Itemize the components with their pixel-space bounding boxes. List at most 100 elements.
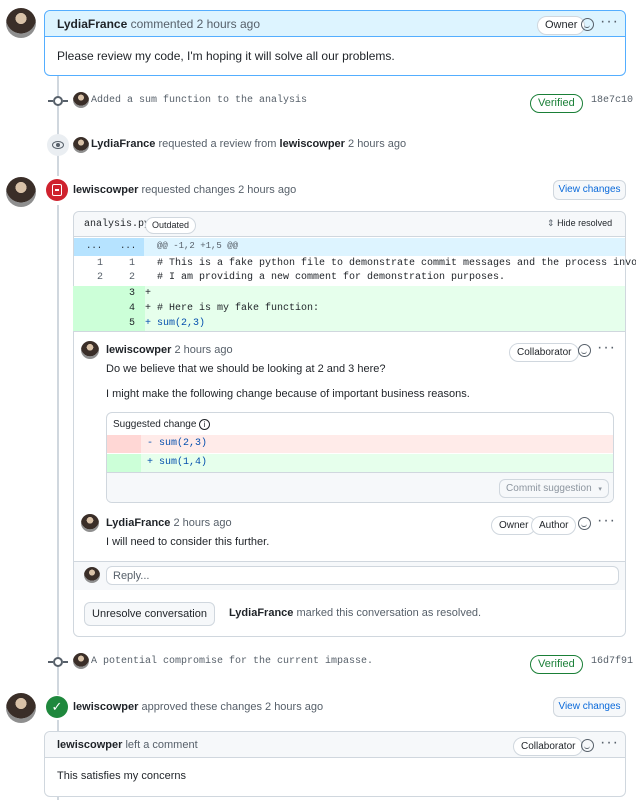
avatar[interactable] bbox=[81, 514, 99, 532]
commit-message[interactable]: Added a sum function to the analysis bbox=[91, 95, 307, 106]
emoji-reaction-icon[interactable] bbox=[581, 739, 594, 752]
commit-sha[interactable]: 18e7c10 bbox=[591, 95, 633, 106]
emoji-reaction-icon[interactable] bbox=[578, 517, 591, 530]
info-icon[interactable]: i bbox=[199, 419, 211, 430]
diff-line: 1 1 # This is a fake python file to demo… bbox=[73, 257, 636, 271]
hunk-left[interactable]: ... bbox=[86, 241, 102, 251]
suggestion-add-code: + sum(1,4) bbox=[147, 457, 208, 468]
hunk-header: ... ... @@ -1,2 +1,5 @@ bbox=[74, 238, 625, 256]
more-options-icon[interactable]: ··· bbox=[600, 735, 619, 751]
commit-icon bbox=[48, 657, 68, 667]
avatar[interactable] bbox=[6, 177, 36, 207]
eye-icon bbox=[47, 134, 69, 156]
final-comment-meta: lewiscowper left a comment bbox=[57, 739, 198, 751]
review-author[interactable]: lewiscowper bbox=[73, 184, 138, 196]
review-author[interactable]: lewiscowper bbox=[73, 701, 138, 713]
diff-line-added: 3 + bbox=[73, 286, 625, 301]
avatar[interactable] bbox=[73, 92, 89, 108]
top-comment-box: LydiaFrance commented 2 hours ago Owner … bbox=[44, 10, 626, 76]
avatar[interactable] bbox=[73, 653, 89, 669]
final-comment-box: lewiscowper left a comment Collaborator … bbox=[44, 731, 626, 797]
line-code: # This is a fake python file to demonstr… bbox=[145, 258, 636, 269]
diff-line: 2 2 # I am providing a new comment for d… bbox=[73, 271, 625, 285]
resolved-by[interactable]: LydiaFrance bbox=[229, 607, 293, 619]
thread-comment-body: I might make the following change becaus… bbox=[106, 388, 470, 400]
commit-message[interactable]: A potential compromise for the current i… bbox=[91, 656, 373, 667]
collaborator-badge: Collaborator bbox=[509, 343, 580, 362]
more-options-icon[interactable]: ··· bbox=[600, 14, 619, 30]
comment-time[interactable]: 2 hours ago bbox=[173, 517, 231, 529]
avatar[interactable] bbox=[73, 137, 89, 153]
comment-author[interactable]: LydiaFrance bbox=[57, 17, 127, 31]
triangle-down-icon: ▾ bbox=[598, 486, 602, 493]
comment-author[interactable]: LydiaFrance bbox=[106, 517, 170, 529]
event-text: requested a review from bbox=[158, 138, 277, 150]
resolved-note: LydiaFrance marked this conversation as … bbox=[229, 607, 481, 619]
thread-comment-body: I will need to consider this further. bbox=[106, 536, 270, 548]
unfold-icon: ⇕ bbox=[547, 218, 555, 228]
suggestion-del-code: - sum(2,3) bbox=[147, 438, 208, 449]
new-line-number[interactable]: 2 bbox=[105, 271, 135, 285]
comment-author[interactable]: lewiscowper bbox=[57, 739, 122, 751]
avatar bbox=[84, 567, 100, 583]
view-changes-button[interactable]: View changes bbox=[553, 697, 626, 717]
line-code: # I am providing a new comment for demon… bbox=[145, 272, 506, 283]
commit-icon bbox=[48, 96, 68, 106]
more-options-icon[interactable]: ··· bbox=[597, 513, 616, 529]
timeline-line bbox=[57, 205, 59, 695]
more-options-icon[interactable]: ··· bbox=[597, 340, 616, 356]
suggestion-del-line: - sum(2,3) bbox=[107, 435, 613, 453]
reply-placeholder: Reply... bbox=[113, 570, 150, 582]
commit-suggestion-label: Commit suggestion bbox=[506, 483, 592, 494]
comment-action: commented 2 hours ago bbox=[130, 17, 261, 31]
review-header: lewiscowper requested changes 2 hours ag… bbox=[73, 184, 296, 196]
avatar[interactable] bbox=[6, 693, 36, 723]
event-time: 2 hours ago bbox=[348, 138, 407, 150]
unresolve-conversation-button[interactable]: Unresolve conversation bbox=[84, 602, 215, 626]
hide-resolved-label: Hide resolved bbox=[557, 218, 613, 228]
verified-badge[interactable]: Verified bbox=[530, 655, 583, 674]
collaborator-badge: Collaborator bbox=[513, 737, 584, 756]
owner-badge: Owner bbox=[537, 16, 586, 35]
line-code: + sum(2,3) bbox=[145, 318, 206, 329]
event-author[interactable]: LydiaFrance bbox=[91, 138, 155, 150]
commit-suggestion-button[interactable]: Commit suggestion ▾ bbox=[499, 479, 609, 498]
emoji-reaction-icon[interactable] bbox=[578, 344, 591, 357]
avatar[interactable] bbox=[81, 341, 99, 359]
suggestion-add-line: + sum(1,4) bbox=[107, 454, 613, 472]
hunk-text: @@ -1,2 +1,5 @@ bbox=[157, 241, 239, 251]
new-line-number[interactable]: 5 bbox=[105, 317, 135, 331]
top-comment-meta: LydiaFrance commented 2 hours ago bbox=[57, 17, 260, 31]
suggested-change-label: Suggested change bbox=[113, 419, 197, 430]
new-line-number[interactable]: 4 bbox=[105, 302, 135, 316]
thread-comment-body: Do we believe that we should be looking … bbox=[106, 363, 386, 375]
old-line-number[interactable]: 2 bbox=[73, 271, 103, 285]
owner-badge: Owner bbox=[491, 516, 537, 535]
comment-time[interactable]: 2 hours ago bbox=[174, 344, 232, 356]
reply-input[interactable]: Reply... bbox=[106, 566, 619, 585]
emoji-reaction-icon[interactable] bbox=[581, 18, 594, 31]
avatar[interactable] bbox=[6, 8, 36, 38]
new-line-number[interactable]: 1 bbox=[105, 257, 135, 271]
view-changes-button[interactable]: View changes bbox=[553, 180, 626, 200]
thread-comment-meta: LydiaFrance 2 hours ago bbox=[106, 517, 232, 529]
suggested-change-header: Suggested change i bbox=[113, 419, 211, 430]
file-name[interactable]: analysis.py bbox=[84, 219, 150, 230]
diff-line-added: 4 + # Here is my fake function: bbox=[73, 301, 625, 316]
approve-header: lewiscowper approved these changes 2 hou… bbox=[73, 701, 323, 713]
comment-author[interactable]: lewiscowper bbox=[106, 344, 171, 356]
line-code: + bbox=[145, 288, 152, 299]
event-target[interactable]: lewiscowper bbox=[280, 138, 345, 150]
hunk-right[interactable]: ... bbox=[120, 241, 136, 251]
diff-line-added: 5 + sum(2,3) bbox=[73, 316, 625, 331]
review-request-event: LydiaFrance requested a review from lewi… bbox=[91, 138, 406, 150]
thread-comment-meta: lewiscowper 2 hours ago bbox=[106, 344, 233, 356]
outdated-badge: Outdated bbox=[145, 217, 197, 234]
comment-action: left a comment bbox=[125, 739, 198, 751]
timeline-line bbox=[57, 76, 59, 176]
hide-resolved-toggle[interactable]: ⇕ Hide resolved bbox=[547, 218, 612, 229]
verified-badge[interactable]: Verified bbox=[530, 94, 583, 113]
old-line-number[interactable]: 1 bbox=[73, 257, 103, 271]
commit-sha[interactable]: 16d7f91 bbox=[591, 656, 633, 667]
new-line-number[interactable]: 3 bbox=[105, 287, 135, 301]
